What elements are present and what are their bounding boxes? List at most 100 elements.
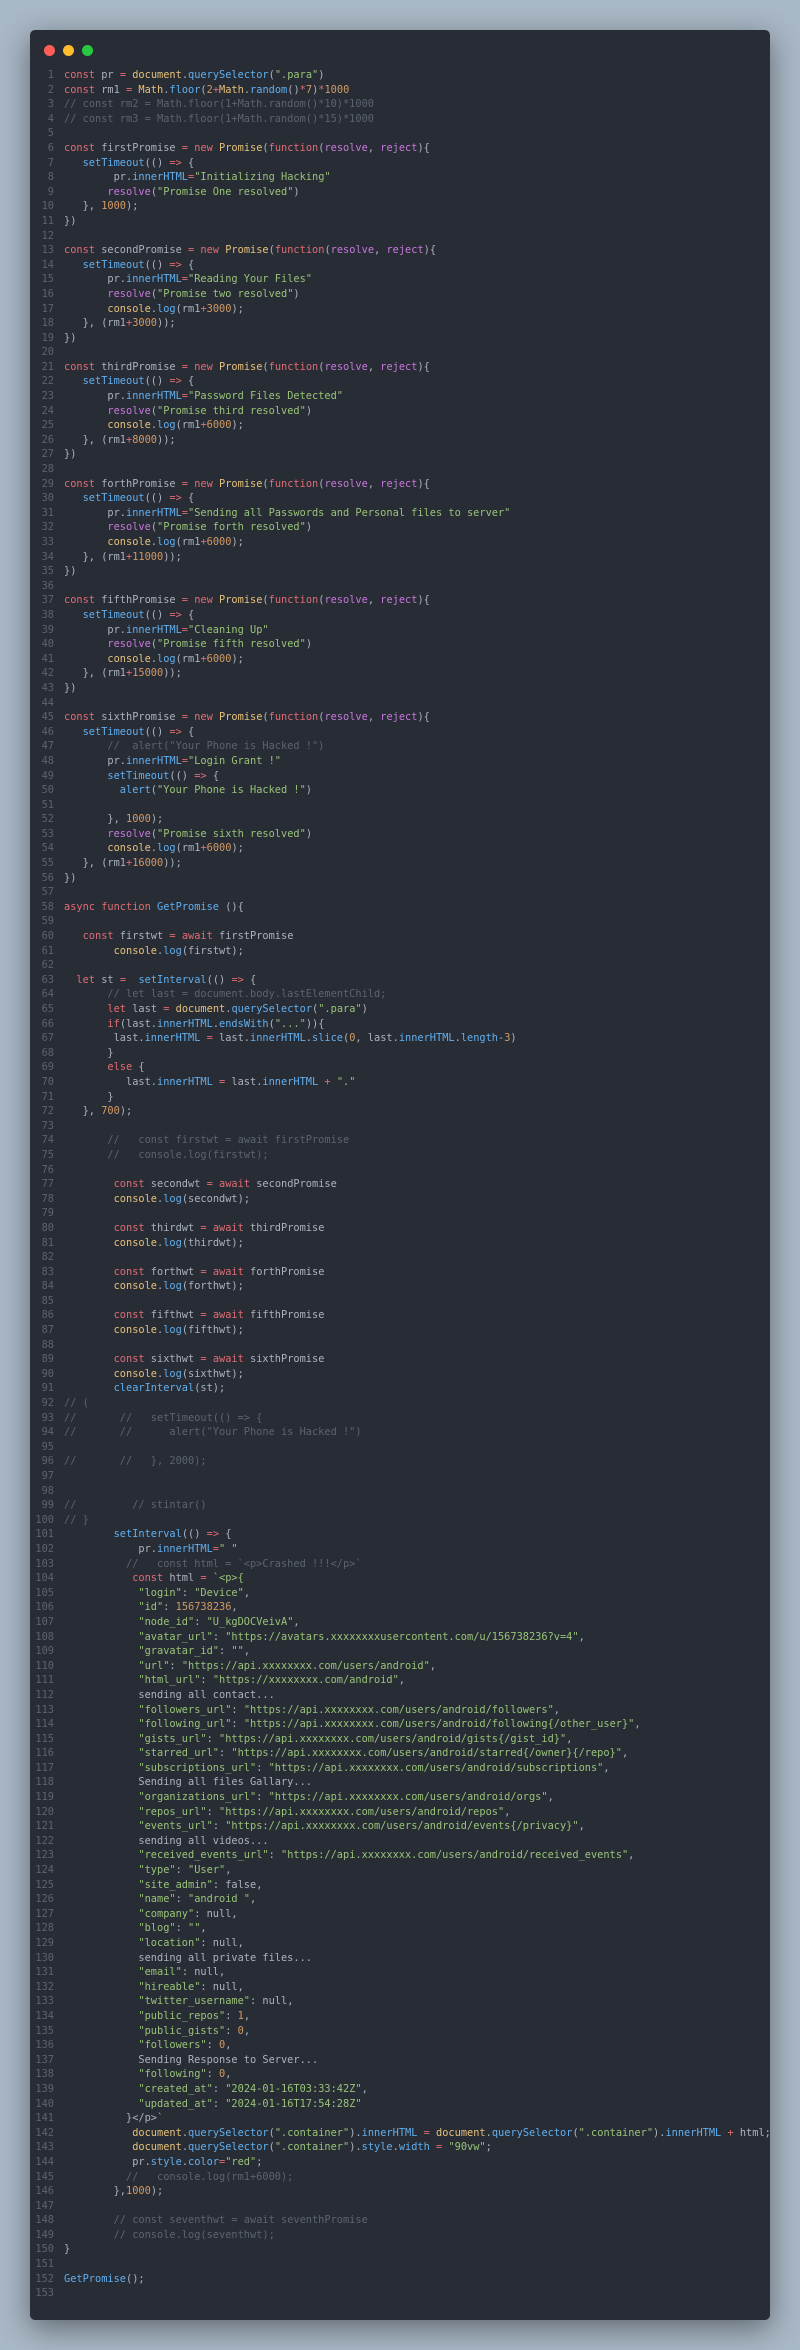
line-text: }, 700); (64, 1105, 133, 1118)
code-line: 133 "twitter_username": null, (30, 1994, 770, 2009)
line-text: console.log(rm1+6000); (107, 842, 244, 855)
line-text: // let last = document.body.lastElementC… (107, 988, 387, 1001)
line-text: }) (64, 214, 77, 227)
line-number: 87 (41, 1324, 54, 1337)
code-line: 5 (30, 126, 770, 141)
code-window: 1 const pr = document.querySelector(".par… (30, 30, 770, 2320)
line-number: 71 (41, 1090, 54, 1103)
line-text: "name": "android ", (138, 1893, 257, 1906)
line-text: const forthPromise = new Promise(functio… (64, 477, 430, 490)
code-line: 95 (30, 1440, 770, 1455)
line-number: 131 (35, 1966, 54, 1979)
line-number: 27 (41, 448, 54, 461)
code-line: 71 } (30, 1090, 770, 1105)
line-text: console.log(rm1+6000); (107, 536, 244, 548)
line-number: 85 (41, 1294, 54, 1307)
line-text: document.querySelector(".container").inn… (132, 2126, 770, 2139)
line-text: "following": 0, (138, 2068, 232, 2081)
line-text: const html = `<p>{ (132, 1572, 244, 1585)
code-line: 7 setTimeout(() => { (30, 156, 770, 171)
code-line: 144 pr.style.color="red"; (30, 2155, 770, 2170)
code-line: 82 (30, 1250, 770, 1265)
line-text: "location": null, (138, 1937, 244, 1949)
line-text: setTimeout(() => { (82, 725, 195, 738)
line-text: const forthwt = await forthPromise (113, 1265, 325, 1278)
line-number: 49 (41, 769, 54, 782)
line-number: 86 (41, 1309, 54, 1322)
line-text: else { (107, 1061, 145, 1074)
code-line: 150} (30, 2242, 770, 2257)
code-line: 59 (30, 914, 770, 929)
line-number: 60 (41, 930, 54, 943)
code-line: 26 }, (rm1+8000)); (30, 433, 770, 448)
line-number: 103 (35, 1557, 54, 1570)
code-line: 113 "followers_url": "https://api.xxxxxx… (30, 1703, 770, 1718)
line-text: const thirdwt = await thirdPromise (113, 1221, 325, 1234)
code-line: 112 sending all contact... (30, 1688, 770, 1703)
code-line: 81 console.log(thirdwt); (30, 1236, 770, 1251)
line-text: }) (64, 448, 77, 461)
code-line: 115 "gists_url": "https://api.xxxxxxxx.c… (30, 1732, 770, 1747)
line-text: pr.innerHTML="Login Grant !" (64, 754, 281, 767)
line-text: "avatar_url": "https://avatars.xxxxxxxxu… (138, 1630, 585, 1643)
line-number: 20 (41, 346, 54, 359)
code-line: 32 resolve("Promise forth resolved") (30, 520, 770, 535)
code-line: 57 (30, 885, 770, 900)
line-number: 24 (41, 404, 54, 417)
line-number: 72 (41, 1105, 54, 1118)
line-number: 48 (41, 754, 54, 767)
line-text: }</p>` (64, 2112, 164, 2125)
line-number: 108 (35, 1630, 54, 1643)
line-number: 76 (41, 1163, 54, 1176)
line-text: "following_url": "https://api.xxxxxxxx.c… (138, 1718, 641, 1731)
code-line: 72 }, 700); (30, 1104, 770, 1119)
code-line: 134 "public_repos": 1, (30, 2009, 770, 2024)
line-number: 9 (47, 185, 54, 198)
line-number: 77 (41, 1178, 54, 1191)
code-line: 1 const pr = document.querySelector(".par… (30, 68, 770, 83)
line-text: // // alert("Your Phone is Hacked !") (64, 1426, 362, 1439)
line-number: 18 (41, 317, 54, 330)
code-line: 152 GetPromise(); (30, 2272, 770, 2287)
code-line: 83 const forthwt = await forthPromise (30, 1265, 770, 1280)
line-text: let st = setInterval(() => { (76, 973, 257, 986)
line-text: resolve("Promise two resolved") (107, 287, 300, 300)
code-line: 116 "starred_url": "https://api.xxxxxxxx… (30, 1746, 770, 1761)
code-line: 8 pr.innerHTML="Initializing Hacking" (30, 170, 770, 185)
code-line: 19}) (30, 331, 770, 346)
line-text: }) (64, 565, 77, 578)
line-text: console.log(sixthwt); (113, 1367, 244, 1380)
code-editor: 1 const pr = document.querySelector(".par… (30, 68, 770, 2301)
code-line: 33 console.log(rm1+6000); (30, 535, 770, 550)
code-line: 13 const secondPromise = new Promise(func… (30, 243, 770, 258)
code-line: 151 (30, 2257, 770, 2272)
code-line: 119 "organizations_url": "https://api.xx… (30, 1790, 770, 1805)
code-line: 24 resolve("Promise third resolved") (30, 404, 770, 419)
line-text: const rm1 = Math.floor(2+Math.random()*7… (64, 83, 350, 96)
code-line: 77 const secondwt = await secondPromise (30, 1177, 770, 1192)
line-text: "blog": "", (138, 1922, 207, 1935)
minimize-dot-icon[interactable] (63, 45, 74, 56)
code-line: 35}) (30, 564, 770, 579)
code-line: 105 "login": "Device", (30, 1586, 770, 1601)
line-text: pr.innerHTML="Sending all Passwords and … (64, 506, 511, 519)
line-number: 121 (35, 1820, 54, 1833)
code-line: 124 "type": "User", (30, 1863, 770, 1878)
close-dot-icon[interactable] (44, 45, 55, 56)
line-text: // alert("Your Phone is Hacked !") (107, 740, 325, 753)
line-text: sending all contact... (64, 1688, 275, 1701)
code-line: 153 (30, 2286, 770, 2301)
line-text: "html_url": "https://xxxxxxxx.com/androi… (138, 1674, 405, 1687)
line-number: 22 (41, 375, 54, 388)
line-number: 7 (47, 156, 54, 169)
code-line: 87 console.log(fifthwt); (30, 1323, 770, 1338)
code-line: 130 sending all private files... (30, 1951, 770, 1966)
line-text: // console.log(firstwt); (107, 1148, 269, 1161)
line-number: 5 (47, 127, 54, 140)
line-number: 43 (41, 681, 54, 694)
code-line: 49 setTimeout(() => { (30, 769, 770, 784)
maximize-dot-icon[interactable] (82, 45, 93, 56)
line-text: "subscriptions_url": "https://api.xxxxxx… (138, 1761, 610, 1774)
code-line: 15 pr.innerHTML="Reading Your Files" (30, 272, 770, 287)
line-text: }, (rm1+11000)); (64, 550, 182, 563)
